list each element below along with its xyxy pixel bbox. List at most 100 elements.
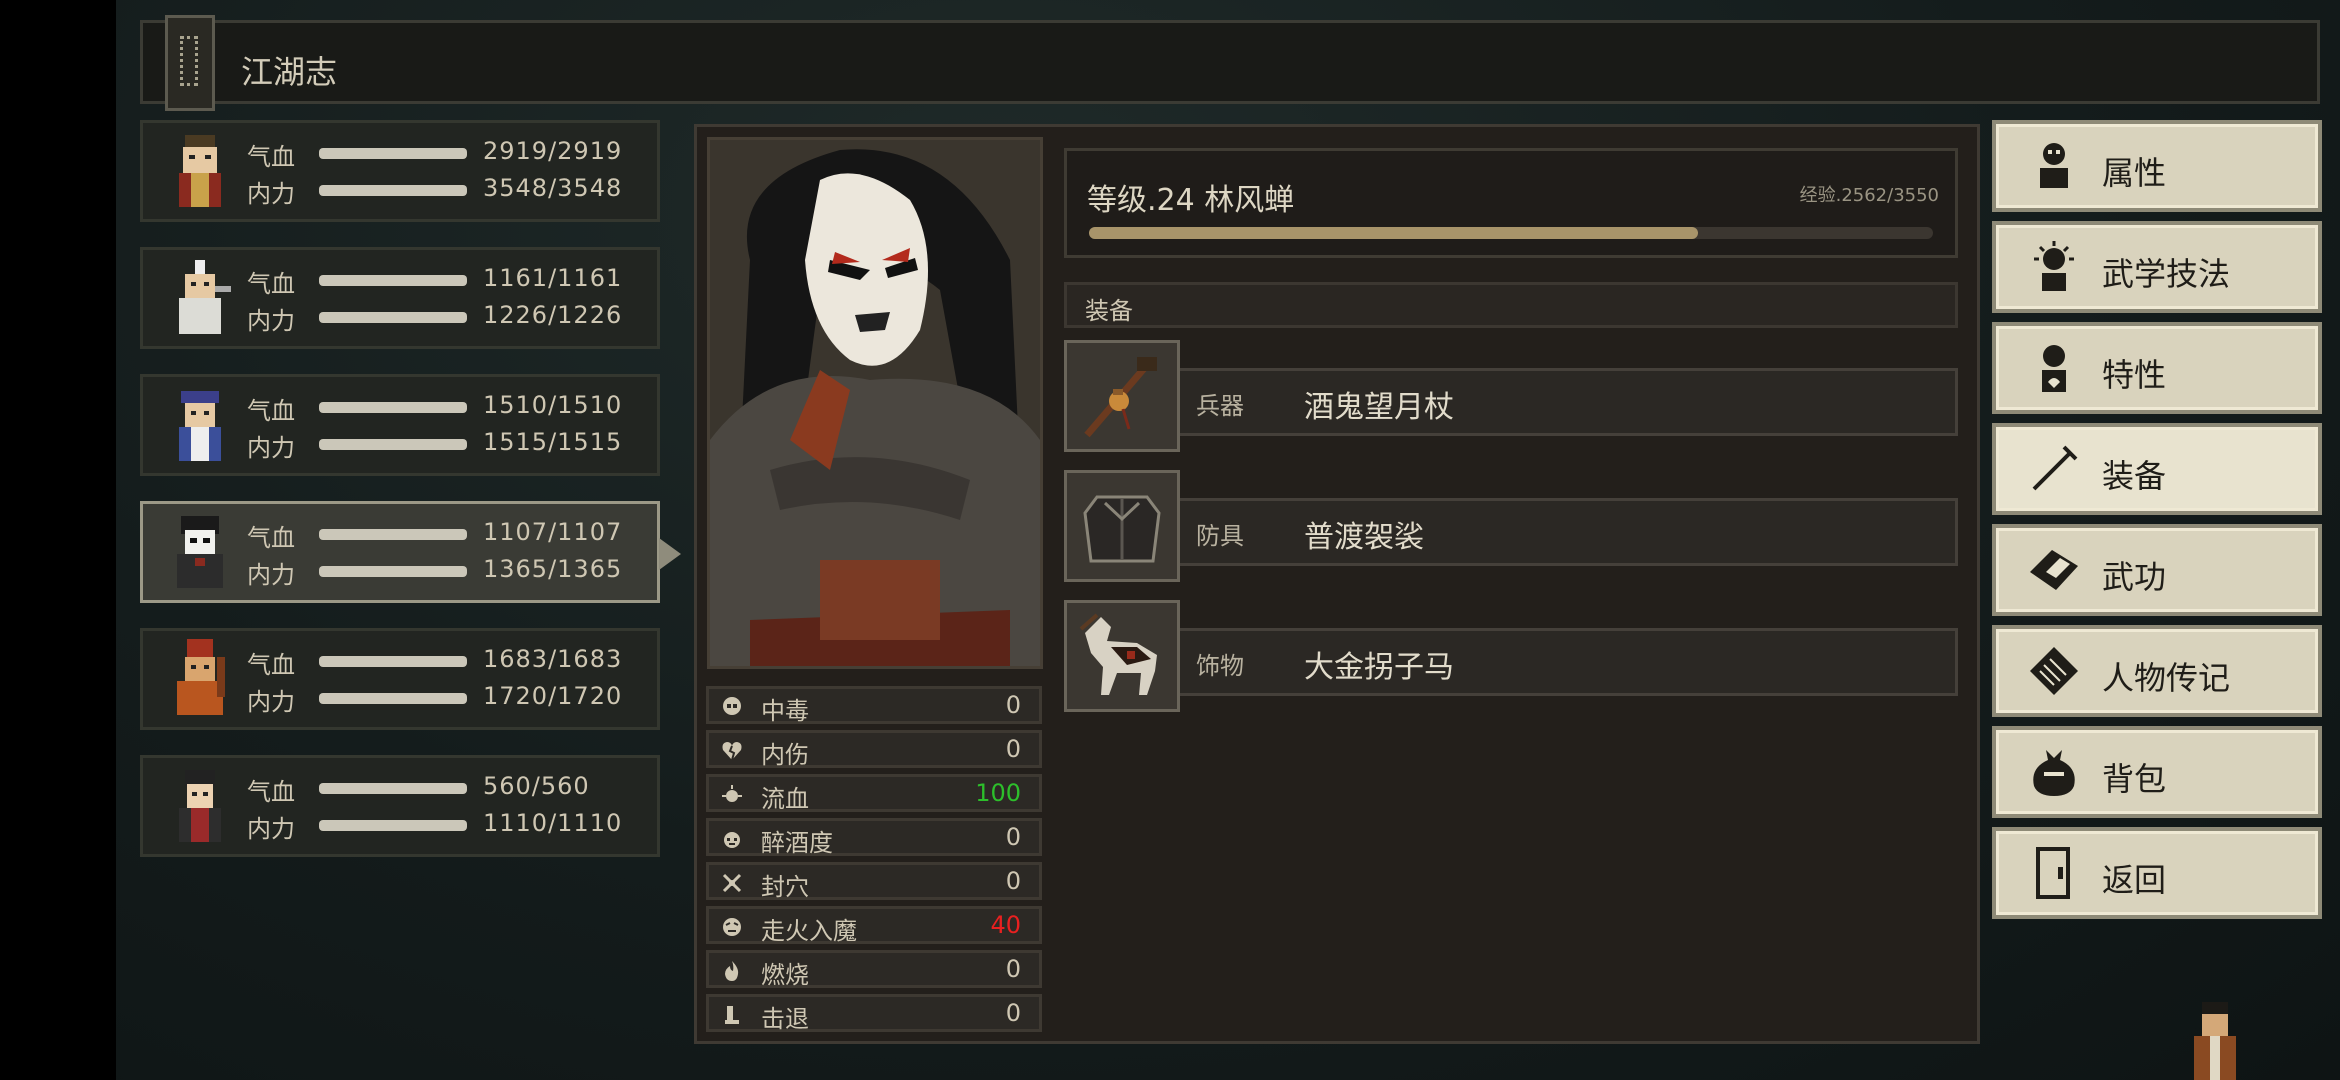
mp-bar [319,439,467,450]
status-name: 击退 [761,1005,809,1033]
hp-bar [319,656,467,667]
status-row: 走火入魔 40 [706,906,1042,945]
equipment-icon-frame[interactable] [1064,470,1180,582]
equipment-slot-weapon[interactable]: 兵器 酒鬼望月杖 [1064,340,1958,452]
biography-icon [2030,647,2078,695]
mp-bar [319,820,467,831]
mp-label: 内力 [247,561,295,589]
bag-icon [2033,750,2075,796]
status-value: 0 [1005,691,1021,719]
level-and-name: 等级.24 林风蝉 [1087,183,1295,218]
menu-button-biography[interactable]: 人物传记 [1992,625,2322,717]
title-bar: 江湖志 [140,15,2320,111]
party-avatar-icon [177,639,225,715]
menu-label: 属性 [2102,154,2167,192]
status-row: 内伤 0 [706,730,1042,769]
status-value: 0 [1005,999,1021,1027]
status-value: 40 [990,911,1021,939]
equipment-icon-frame[interactable] [1064,340,1180,452]
status-row: 流血 100 [706,774,1042,813]
menu-button-equipment[interactable]: 装备 [1992,423,2322,515]
equipment-category: 饰物 [1196,652,1244,680]
mp-label: 内力 [247,307,295,335]
party-avatar-icon [179,391,221,461]
mp-value: 1720/1720 [483,682,623,710]
martial-skill-icon [2034,241,2074,291]
manual-icon [2030,550,2078,590]
menu-label: 背包 [2102,760,2167,798]
equipment-slot-armor[interactable]: 防具 普渡袈裟 [1064,470,1958,582]
party-avatar-icon [179,135,221,207]
acupoint-seal-icon [722,873,742,893]
party-avatar-icon [179,260,231,334]
menu-button-attributes[interactable]: 属性 [1992,120,2322,212]
menu-button-traits[interactable]: 特性 [1992,322,2322,414]
status-name: 封穴 [761,873,809,901]
menu-label: 装备 [2102,457,2167,495]
hp-label: 气血 [247,143,295,171]
poison-icon [723,697,741,715]
menu-label: 特性 [2102,356,2167,394]
mp-label: 内力 [247,434,295,462]
experience-text: 经验.2562/3550 [1799,185,1939,206]
party-member-card[interactable]: 气血 1683/1683 内力 1720/1720 [140,628,660,730]
mp-label: 内力 [247,815,295,843]
level-box: 等级.24 林风蝉 经验.2562/3550 [1064,148,1958,258]
knockback-icon [725,1006,739,1024]
equipment-icon-frame[interactable] [1064,600,1180,712]
status-value: 0 [1005,955,1021,983]
status-value: 0 [1005,823,1021,851]
status-row: 封穴 0 [706,862,1042,901]
party-avatar-icon [179,770,221,842]
menu-button-martial-skills[interactable]: 武学技法 [1992,221,2322,313]
equipment-item-name: 酒鬼望月杖 [1304,390,1454,425]
mp-value: 1226/1226 [483,301,623,329]
hp-bar [319,148,467,159]
book-icon [165,15,215,111]
menu-button-return[interactable]: 返回 [1992,827,2322,919]
burn-icon [725,961,739,981]
status-name: 走火入魔 [761,917,857,945]
equipment-category: 兵器 [1196,392,1244,420]
party-member-card[interactable]: 气血 1161/1161 内力 1226/1226 [140,247,660,349]
mp-bar [319,693,467,704]
status-row: 燃烧 0 [706,950,1042,989]
party-member-card[interactable]: 气血 560/560 内力 1110/1110 [140,755,660,857]
status-row: 中毒 0 [706,686,1042,725]
party-member-card[interactable]: 气血 2919/2919 内力 3548/3548 [140,120,660,222]
status-name: 流血 [761,785,809,813]
experience-bar-fill [1089,227,1699,239]
hp-value: 1510/1510 [483,391,623,419]
character-portrait [707,137,1043,669]
broken-heart-icon [722,742,742,761]
menu-label: 武功 [2102,558,2167,596]
mp-value: 1515/1515 [483,428,623,456]
status-name: 内伤 [761,741,809,769]
party-member-card-selected[interactable]: 气血 1107/1107 内力 1365/1365 [140,501,660,603]
hp-bar [319,402,467,413]
status-value: 100 [975,779,1021,807]
person-icon [2040,143,2068,188]
equipment-header: 装备 [1064,282,1958,328]
mp-label: 内力 [247,180,295,208]
equipment-header-label: 装备 [1085,297,1133,325]
party-member-card[interactable]: 气血 1510/1510 内力 1515/1515 [140,374,660,476]
menu-label: 返回 [2102,861,2167,899]
equipment-slot-accessory[interactable]: 饰物 大金拐子马 [1064,600,1958,712]
hp-value: 2919/2919 [483,137,623,165]
hp-value: 560/560 [483,772,590,800]
menu-button-martial-arts[interactable]: 武功 [1992,524,2322,616]
drunk-icon [724,832,740,848]
horse-icon [1079,613,1157,695]
hp-label: 气血 [247,778,295,806]
robe-icon [1083,495,1161,563]
selection-arrow-icon [659,538,681,570]
equipment-category: 防具 [1196,522,1244,550]
hp-value: 1683/1683 [483,645,623,673]
equipment-item-name: 大金拐子马 [1304,650,1454,685]
menu-button-bag[interactable]: 背包 [1992,726,2322,818]
status-value: 0 [1005,735,1021,763]
mp-label: 内力 [247,688,295,716]
status-name: 醉酒度 [761,829,833,857]
status-row: 击退 0 [706,994,1042,1033]
